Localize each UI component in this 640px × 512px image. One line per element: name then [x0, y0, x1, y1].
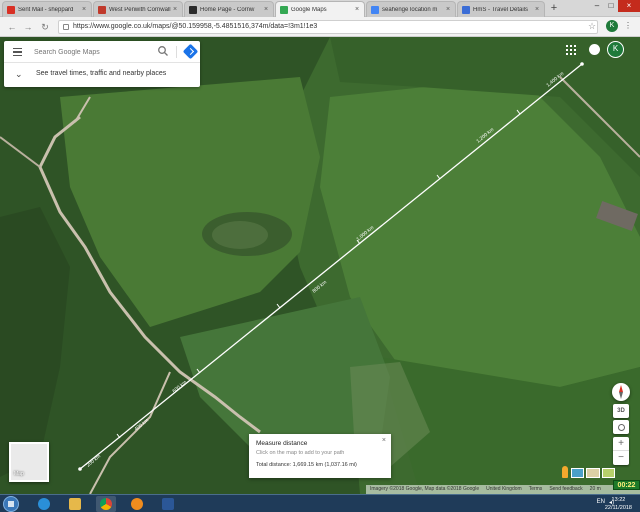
search-icon[interactable] [157, 45, 169, 57]
maps-search-panel: ⌄ See travel times, traffic and nearby p… [4, 41, 200, 87]
tab-label: seahenge location m [382, 6, 438, 13]
compass-icon[interactable] [612, 383, 630, 401]
map-attribution: Imagery ©2018 Google, Map data ©2018 Goo… [366, 485, 640, 494]
close-tab-icon[interactable]: × [353, 6, 361, 13]
measure-distance-panel: × Measure distance Click on the map to a… [249, 434, 391, 478]
tab-label: Sent Mail - sheppard [18, 6, 74, 13]
tab-google-maps[interactable]: Google Maps × [275, 1, 365, 17]
pegman-icon[interactable] [562, 466, 568, 478]
browser-menu-icon[interactable]: ⋮ [624, 21, 632, 30]
clock[interactable]: 13:22 22/11/2018 [605, 496, 632, 512]
screen: Sent Mail - sheppard × West Penwith Corn… [0, 0, 640, 512]
measure-path: 1,400 km 1,200 km 1,000 km 800 km 600 km… [78, 62, 584, 471]
travel-times-row[interactable]: ⌄ See travel times, traffic and nearby p… [4, 63, 200, 87]
close-tab-icon[interactable]: × [171, 6, 179, 13]
forward-icon[interactable]: → [22, 21, 34, 33]
google-icon [371, 5, 379, 14]
media-player-icon[interactable] [127, 496, 147, 512]
chevron-down-icon: ⌄ [15, 69, 23, 79]
taskbar: EN ◂) 13:22 22/11/2018 [0, 494, 640, 512]
region-link[interactable]: United Kingdom [486, 485, 522, 494]
travel-prompt: See travel times, traffic and nearby pla… [36, 70, 167, 77]
gmail-icon [7, 5, 15, 14]
account-avatar[interactable]: K [607, 41, 624, 58]
directions-icon[interactable] [182, 43, 199, 60]
measure-hint: Click on the map to add to your path [256, 450, 345, 456]
back-icon[interactable]: ← [6, 21, 18, 33]
path-label: 800 km [311, 280, 328, 295]
file-explorer-icon[interactable] [65, 496, 85, 512]
browser-toolbar: ← → ↻ https://www.google.co.uk/maps/@50.… [0, 17, 640, 37]
minimap-label: Map [14, 471, 24, 477]
lock-icon [63, 24, 69, 30]
search-row [4, 41, 200, 63]
clock-date: 22/11/2018 [604, 505, 632, 511]
tab-sent-mail[interactable]: Sent Mail - sheppard × [2, 1, 92, 17]
zoom-out-button[interactable]: − [613, 451, 629, 465]
close-tab-icon[interactable]: × [262, 6, 270, 13]
my-location-icon[interactable] [613, 420, 629, 434]
close-tab-icon[interactable]: × [80, 6, 88, 13]
chrome-icon[interactable] [96, 496, 116, 512]
measure-title: Measure distance [256, 440, 308, 447]
language-indicator[interactable]: EN [597, 499, 605, 506]
zoom-controls: + − [613, 437, 629, 465]
close-tab-icon[interactable]: × [444, 6, 452, 13]
tilt-3d-button[interactable]: 3D [613, 404, 629, 418]
close-window-icon[interactable]: × [618, 0, 640, 12]
tab-travel-details[interactable]: HmS - Travel Details × [457, 1, 545, 17]
tab-home-page[interactable]: Home Page - Cornw × [184, 1, 274, 17]
maps-pin-icon [280, 5, 288, 14]
minimize-icon[interactable]: – [590, 0, 604, 12]
notifications-icon[interactable] [589, 44, 600, 55]
word-icon[interactable] [158, 496, 178, 512]
terms-link[interactable]: Terms [529, 485, 543, 494]
page-icon [462, 5, 470, 14]
tab-west-penwith[interactable]: West Penwith Cornwall × [93, 1, 183, 17]
tab-seahenge[interactable]: seahenge location m × [366, 1, 456, 17]
close-tab-icon[interactable]: × [533, 6, 541, 13]
bird-icon [189, 5, 197, 14]
maximize-icon[interactable]: □ [604, 0, 618, 12]
tab-label: HmS - Travel Details [473, 6, 529, 13]
close-icon[interactable]: × [382, 437, 386, 444]
scale-label: 20 m [589, 486, 601, 492]
clock-time: 13:22 [611, 497, 626, 503]
shield-icon [98, 5, 106, 14]
measure-total: Total distance: 1,669.15 km (1,037.16 mi… [256, 462, 357, 468]
window-controls: – □ × [590, 0, 640, 12]
tab-label: West Penwith Cornwall [109, 6, 171, 13]
address-bar[interactable]: https://www.google.co.uk/maps/@50.159958… [58, 20, 598, 34]
apps-grid-icon[interactable] [566, 45, 576, 55]
profile-avatar[interactable]: K [606, 20, 618, 32]
recording-timer: 00:22 [613, 480, 640, 490]
tab-strip: Sent Mail - sheppard × West Penwith Corn… [0, 0, 640, 17]
start-button[interactable] [3, 496, 19, 512]
tab-label: Home Page - Cornw [200, 6, 255, 13]
satellite-map[interactable]: 1,400 km 1,200 km 1,000 km 800 km 600 km… [0, 37, 640, 494]
reload-icon[interactable]: ↻ [39, 21, 51, 33]
feedback-link[interactable]: Send feedback [549, 485, 582, 494]
zoom-in-button[interactable]: + [613, 437, 629, 451]
imagery-thumbnails[interactable] [571, 468, 615, 478]
url-text: https://www.google.co.uk/maps/@50.159958… [73, 23, 318, 30]
map-type-toggle[interactable]: Map [9, 442, 49, 482]
divider [176, 46, 177, 58]
path-label: 600 km [171, 380, 188, 395]
search-input[interactable] [34, 46, 154, 58]
new-tab-button[interactable]: + [547, 3, 561, 15]
imagery-credit: Imagery ©2018 Google, Map data ©2018 Goo… [370, 486, 480, 492]
menu-icon[interactable] [13, 48, 22, 56]
path-label: 200 km [85, 454, 102, 469]
bookmark-star-icon[interactable]: ☆ [588, 21, 596, 32]
internet-explorer-icon[interactable] [34, 496, 54, 512]
tab-label: Google Maps [291, 6, 327, 13]
